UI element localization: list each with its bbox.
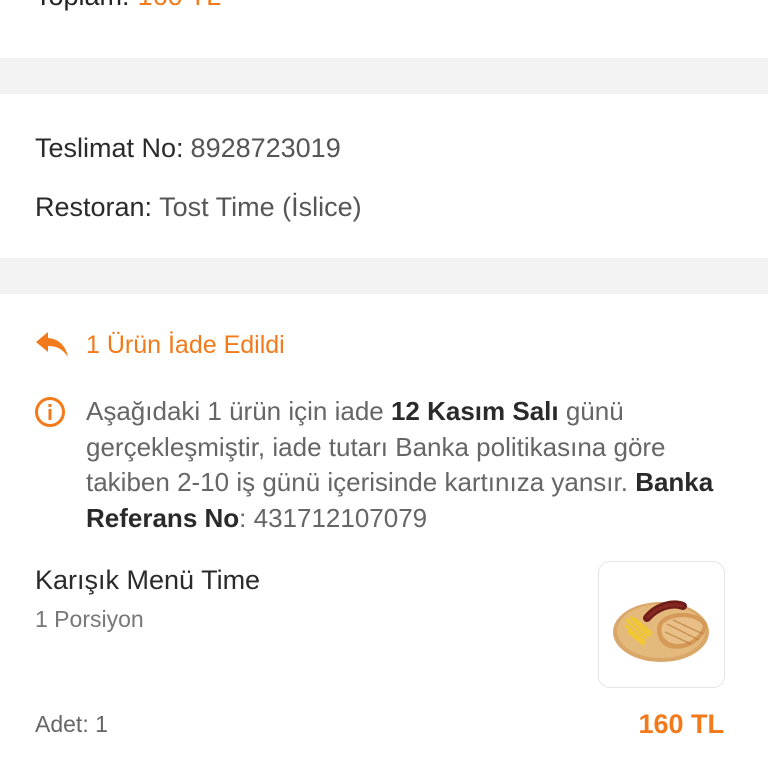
product-portion: 1 Porsiyon: [35, 606, 144, 632]
restaurant-label: Restoran:: [35, 192, 153, 222]
restaurant-row: Restoran: Tost Time (İslice): [35, 191, 362, 223]
restaurant-value: Tost Time (İslice): [159, 192, 362, 222]
product-name: Karışık Menü Time: [35, 565, 261, 595]
bank-reference-value: : 431712107079: [239, 502, 428, 533]
notice-text-part: Aşağıdaki 1 ürün için iade: [86, 396, 391, 426]
refund-status-text: 1 Ürün İade Edildi: [86, 331, 285, 359]
refund-status: 1 Ürün İade Edildi: [34, 330, 285, 360]
refund-date: 12 Kasım Salı: [390, 396, 559, 426]
total-value: 160 TL: [138, 0, 222, 11]
total-label: Toplam:: [35, 0, 130, 11]
info-circle-icon: [35, 397, 65, 427]
delivery-info-section: Teslimat No: 8928723019 Restoran: Tost Tim…: [0, 94, 768, 258]
reply-arrow-icon: [36, 332, 68, 357]
refund-section: 1 Ürün İade Edildi Aşağıdaki 1 ürün için…: [0, 294, 768, 768]
product-price: 160 TL: [638, 709, 724, 739]
section-divider: [0, 258, 768, 294]
product-image[interactable]: [598, 561, 725, 688]
delivery-number-label: Teslimat No:: [35, 133, 184, 163]
food-plate-image: [599, 562, 724, 687]
delivery-number-row: Teslimat No: 8928723019: [35, 132, 341, 164]
section-divider: [0, 58, 768, 94]
delivery-number-value: 8928723019: [190, 133, 341, 163]
product-quantity: Adet: 1: [35, 711, 108, 737]
refund-notice-text: Aşağıdaki 1 ürün için iade 12 Kasım Salı…: [86, 394, 736, 536]
order-total: Toplam: 160 TL: [35, 0, 221, 12]
order-total-section: Toplam: 160 TL: [0, 0, 768, 60]
